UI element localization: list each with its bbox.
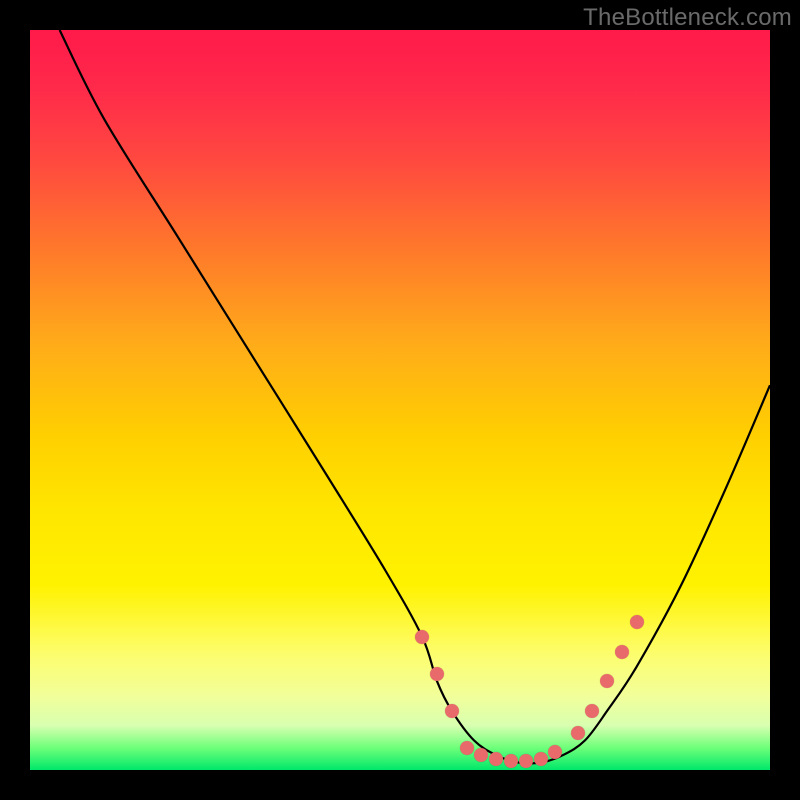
data-point [519,754,533,768]
data-point [415,630,429,644]
data-point [445,704,459,718]
chart-outer-frame: TheBottleneck.com [0,0,800,800]
data-point [571,726,585,740]
data-point [615,645,629,659]
data-point [504,754,518,768]
data-point [489,752,503,766]
data-point [460,741,474,755]
bottleneck-curve [30,30,770,770]
data-point [548,745,562,759]
data-point [430,667,444,681]
data-point [630,615,644,629]
data-point [534,752,548,766]
chart-plot-area [30,30,770,770]
watermark-text: TheBottleneck.com [583,4,792,32]
